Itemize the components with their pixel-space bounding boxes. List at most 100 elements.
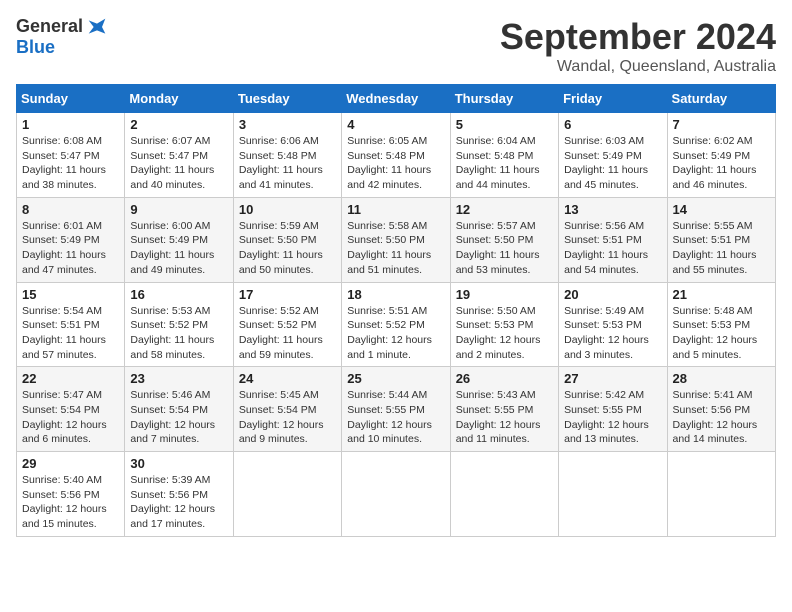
title-block: September 2024 Wandal, Queensland, Austr… [500, 16, 776, 76]
day-number: 2 [130, 117, 227, 132]
day-number: 28 [673, 371, 770, 386]
day-detail: Sunrise: 5:55 AMSunset: 5:51 PMDaylight:… [673, 219, 770, 278]
col-thursday: Thursday [450, 85, 558, 113]
day-number: 26 [456, 371, 553, 386]
day-detail: Sunrise: 5:57 AMSunset: 5:50 PMDaylight:… [456, 219, 553, 278]
day-number: 6 [564, 117, 661, 132]
location-subtitle: Wandal, Queensland, Australia [500, 58, 776, 76]
day-detail: Sunrise: 5:50 AMSunset: 5:53 PMDaylight:… [456, 304, 553, 363]
day-cell: 4 Sunrise: 6:05 AMSunset: 5:48 PMDayligh… [342, 113, 450, 198]
day-cell: 16 Sunrise: 5:53 AMSunset: 5:52 PMDaylig… [125, 282, 233, 367]
day-cell: 7 Sunrise: 6:02 AMSunset: 5:49 PMDayligh… [667, 113, 775, 198]
day-detail: Sunrise: 6:07 AMSunset: 5:47 PMDaylight:… [130, 134, 227, 193]
day-number: 3 [239, 117, 336, 132]
calendar-row: 29 Sunrise: 5:40 AMSunset: 5:56 PMDaylig… [17, 452, 776, 537]
day-number: 5 [456, 117, 553, 132]
day-detail: Sunrise: 6:00 AMSunset: 5:49 PMDaylight:… [130, 219, 227, 278]
day-cell: 8 Sunrise: 6:01 AMSunset: 5:49 PMDayligh… [17, 197, 125, 282]
day-cell: 27 Sunrise: 5:42 AMSunset: 5:55 PMDaylig… [559, 367, 667, 452]
day-detail: Sunrise: 6:02 AMSunset: 5:49 PMDaylight:… [673, 134, 770, 193]
col-monday: Monday [125, 85, 233, 113]
day-number: 24 [239, 371, 336, 386]
calendar-row: 1 Sunrise: 6:08 AMSunset: 5:47 PMDayligh… [17, 113, 776, 198]
day-detail: Sunrise: 5:47 AMSunset: 5:54 PMDaylight:… [22, 388, 119, 447]
day-number: 10 [239, 202, 336, 217]
day-cell: 9 Sunrise: 6:00 AMSunset: 5:49 PMDayligh… [125, 197, 233, 282]
day-detail: Sunrise: 5:44 AMSunset: 5:55 PMDaylight:… [347, 388, 444, 447]
day-number: 18 [347, 287, 444, 302]
day-cell: 2 Sunrise: 6:07 AMSunset: 5:47 PMDayligh… [125, 113, 233, 198]
day-cell: 26 Sunrise: 5:43 AMSunset: 5:55 PMDaylig… [450, 367, 558, 452]
day-detail: Sunrise: 5:49 AMSunset: 5:53 PMDaylight:… [564, 304, 661, 363]
day-number: 13 [564, 202, 661, 217]
day-cell: 18 Sunrise: 5:51 AMSunset: 5:52 PMDaylig… [342, 282, 450, 367]
empty-cell [667, 452, 775, 537]
day-number: 19 [456, 287, 553, 302]
day-detail: Sunrise: 6:01 AMSunset: 5:49 PMDaylight:… [22, 219, 119, 278]
day-cell: 14 Sunrise: 5:55 AMSunset: 5:51 PMDaylig… [667, 197, 775, 282]
day-number: 17 [239, 287, 336, 302]
col-tuesday: Tuesday [233, 85, 341, 113]
day-detail: Sunrise: 5:40 AMSunset: 5:56 PMDaylight:… [22, 473, 119, 532]
day-number: 9 [130, 202, 227, 217]
col-wednesday: Wednesday [342, 85, 450, 113]
calendar-header-row: Sunday Monday Tuesday Wednesday Thursday… [17, 85, 776, 113]
col-friday: Friday [559, 85, 667, 113]
day-number: 22 [22, 371, 119, 386]
empty-cell [342, 452, 450, 537]
day-detail: Sunrise: 5:56 AMSunset: 5:51 PMDaylight:… [564, 219, 661, 278]
day-number: 7 [673, 117, 770, 132]
logo-bird-icon [87, 17, 107, 37]
day-number: 4 [347, 117, 444, 132]
day-number: 8 [22, 202, 119, 217]
logo-general-text: General [16, 16, 83, 37]
day-number: 12 [456, 202, 553, 217]
day-detail: Sunrise: 5:59 AMSunset: 5:50 PMDaylight:… [239, 219, 336, 278]
day-cell: 21 Sunrise: 5:48 AMSunset: 5:53 PMDaylig… [667, 282, 775, 367]
calendar-row: 15 Sunrise: 5:54 AMSunset: 5:51 PMDaylig… [17, 282, 776, 367]
day-number: 16 [130, 287, 227, 302]
day-cell: 10 Sunrise: 5:59 AMSunset: 5:50 PMDaylig… [233, 197, 341, 282]
day-detail: Sunrise: 5:43 AMSunset: 5:55 PMDaylight:… [456, 388, 553, 447]
day-detail: Sunrise: 5:42 AMSunset: 5:55 PMDaylight:… [564, 388, 661, 447]
day-detail: Sunrise: 6:08 AMSunset: 5:47 PMDaylight:… [22, 134, 119, 193]
day-number: 14 [673, 202, 770, 217]
calendar-row: 22 Sunrise: 5:47 AMSunset: 5:54 PMDaylig… [17, 367, 776, 452]
month-title: September 2024 [500, 16, 776, 58]
day-cell: 22 Sunrise: 5:47 AMSunset: 5:54 PMDaylig… [17, 367, 125, 452]
day-number: 21 [673, 287, 770, 302]
empty-cell [450, 452, 558, 537]
day-detail: Sunrise: 6:05 AMSunset: 5:48 PMDaylight:… [347, 134, 444, 193]
calendar-row: 8 Sunrise: 6:01 AMSunset: 5:49 PMDayligh… [17, 197, 776, 282]
day-number: 25 [347, 371, 444, 386]
col-saturday: Saturday [667, 85, 775, 113]
day-cell: 13 Sunrise: 5:56 AMSunset: 5:51 PMDaylig… [559, 197, 667, 282]
day-detail: Sunrise: 5:45 AMSunset: 5:54 PMDaylight:… [239, 388, 336, 447]
day-cell: 25 Sunrise: 5:44 AMSunset: 5:55 PMDaylig… [342, 367, 450, 452]
day-number: 15 [22, 287, 119, 302]
day-cell: 15 Sunrise: 5:54 AMSunset: 5:51 PMDaylig… [17, 282, 125, 367]
day-number: 27 [564, 371, 661, 386]
day-detail: Sunrise: 6:03 AMSunset: 5:49 PMDaylight:… [564, 134, 661, 193]
day-cell: 20 Sunrise: 5:49 AMSunset: 5:53 PMDaylig… [559, 282, 667, 367]
logo-blue-text: Blue [16, 37, 55, 58]
day-cell: 12 Sunrise: 5:57 AMSunset: 5:50 PMDaylig… [450, 197, 558, 282]
day-cell: 17 Sunrise: 5:52 AMSunset: 5:52 PMDaylig… [233, 282, 341, 367]
empty-cell [233, 452, 341, 537]
day-cell: 3 Sunrise: 6:06 AMSunset: 5:48 PMDayligh… [233, 113, 341, 198]
empty-cell [559, 452, 667, 537]
day-number: 20 [564, 287, 661, 302]
day-cell: 23 Sunrise: 5:46 AMSunset: 5:54 PMDaylig… [125, 367, 233, 452]
day-cell: 11 Sunrise: 5:58 AMSunset: 5:50 PMDaylig… [342, 197, 450, 282]
day-cell: 29 Sunrise: 5:40 AMSunset: 5:56 PMDaylig… [17, 452, 125, 537]
day-number: 23 [130, 371, 227, 386]
day-detail: Sunrise: 5:39 AMSunset: 5:56 PMDaylight:… [130, 473, 227, 532]
day-number: 11 [347, 202, 444, 217]
logo: General Blue [16, 16, 107, 58]
calendar-table: Sunday Monday Tuesday Wednesday Thursday… [16, 84, 776, 537]
day-detail: Sunrise: 6:06 AMSunset: 5:48 PMDaylight:… [239, 134, 336, 193]
day-cell: 5 Sunrise: 6:04 AMSunset: 5:48 PMDayligh… [450, 113, 558, 198]
day-detail: Sunrise: 5:54 AMSunset: 5:51 PMDaylight:… [22, 304, 119, 363]
day-number: 1 [22, 117, 119, 132]
day-number: 30 [130, 456, 227, 471]
